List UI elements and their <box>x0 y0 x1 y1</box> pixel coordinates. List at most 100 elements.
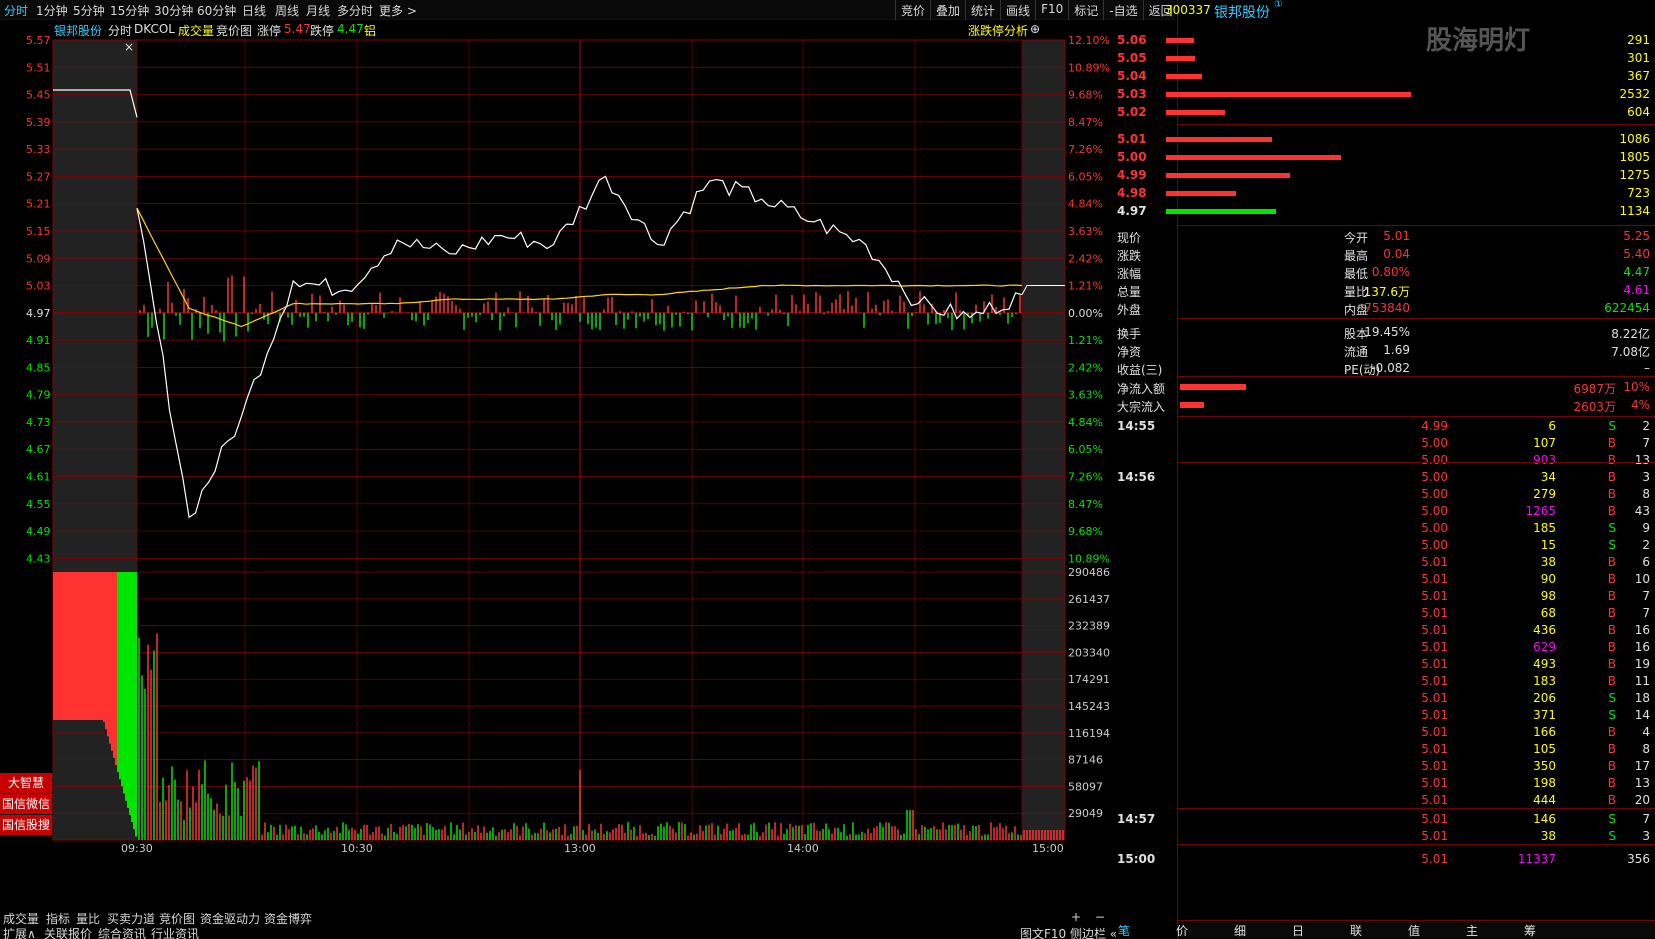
ask-volume-bar <box>1166 74 1202 79</box>
price-tick-label: 4.61 <box>26 471 51 484</box>
intraday-chart[interactable]: 5.57 12.10% 5.51 10.89% 5.45 9.68% 5.39 8.47% 5.… <box>0 20 1175 890</box>
pct-tick-label: 8.47% <box>1068 498 1103 511</box>
tab-fenshi[interactable]: 分时 <box>4 2 28 19</box>
ask-row: 5.05 301 <box>1117 50 1655 68</box>
time-tick-label: 14:00 <box>787 842 819 855</box>
bid-volume-bar <box>1166 137 1272 142</box>
f10-button[interactable]: F10 <box>1035 0 1068 20</box>
related-quotes-link[interactable]: 关联报价 <box>44 925 92 939</box>
tick-divider <box>1178 844 1655 845</box>
quote-tab[interactable]: 筹 <box>1524 922 1536 939</box>
tick-volume: 629 <box>1533 640 1556 654</box>
tab-1min[interactable]: 1分钟 <box>36 2 68 19</box>
expand-icon[interactable]: ⊕ <box>1030 22 1040 36</box>
tick-volume: 90 <box>1540 572 1556 586</box>
tab-5min[interactable]: 5分钟 <box>73 2 105 19</box>
time-tick-label: 13:00 <box>564 842 596 855</box>
limit-down-label: 跌停 <box>310 24 335 38</box>
tab-multi[interactable]: 多分时 <box>337 2 373 19</box>
add-icon[interactable]: + <box>1071 910 1081 924</box>
tick-row: 5.01 166 B 4 <box>1178 724 1655 742</box>
tab-day[interactable]: 日线 <box>242 2 266 19</box>
bid-row: 4.98 723 <box>1117 185 1655 203</box>
price-tick-label: 4.85 <box>26 361 51 374</box>
ask-price: 5.04 <box>1117 69 1147 83</box>
quote-tab[interactable]: 联 <box>1350 922 1362 939</box>
expand-link[interactable]: 扩展∧ <box>3 925 36 939</box>
tick-count: 17 <box>1634 759 1650 773</box>
limit-analysis-link[interactable]: 涨跌停分析 <box>968 22 1028 39</box>
bid-row: 5.00 1805 <box>1117 149 1655 167</box>
tick-volume: 436 <box>1533 623 1556 637</box>
news-link[interactable]: 综合资讯 <box>98 925 146 939</box>
bid-row: 4.97 1134 <box>1117 203 1655 221</box>
price-tick-label: 4.49 <box>26 525 51 538</box>
minus-icon[interactable]: − <box>1095 910 1105 924</box>
limit-up-value: 5.47 <box>284 22 311 36</box>
pct-tick-label: 7.26% <box>1068 471 1103 484</box>
tick-price: 5.00 <box>1421 521 1448 535</box>
stat-label: 今开 <box>1344 231 1369 245</box>
mark-button[interactable]: 标记 <box>1068 0 1103 20</box>
quote-tab[interactable]: 主 <box>1466 922 1478 939</box>
mode-label: 分时 <box>108 24 133 38</box>
overlay-button[interactable]: 叠加 <box>930 0 965 20</box>
bid-price: 4.97 <box>1117 204 1147 218</box>
sidebar-guoxin-wechat[interactable]: 国信微信 <box>0 794 52 814</box>
tick-row: 5.01 436 B 16 <box>1178 622 1655 640</box>
stat-value: 8.22亿 <box>1611 327 1650 341</box>
price-tick-label: 5.33 <box>26 143 51 156</box>
tab-more[interactable]: 更多 > <box>379 2 417 19</box>
tab-30min[interactable]: 30分钟 <box>154 2 193 19</box>
close-icon[interactable]: × <box>124 40 134 54</box>
tick-row: 15:00 5.01 11337 356 <box>1117 851 1655 869</box>
ask-price: 5.03 <box>1117 87 1147 101</box>
sidebar-guoxin-search[interactable]: 国信股搜 <box>0 815 52 835</box>
chart-frame <box>52 39 1066 841</box>
quote-tab[interactable]: 日 <box>1292 922 1304 939</box>
stat-row: 净资 1.69 流通 7.08亿 <box>1117 342 1655 360</box>
draw-button[interactable]: 画线 <box>1000 0 1035 20</box>
tick-row: 5.01 629 B 16 <box>1178 639 1655 657</box>
pct-tick-label: 2.42% <box>1068 361 1103 374</box>
tick-count: 13 <box>1634 453 1650 467</box>
tab-capital-drive[interactable]: 资金驱动力 <box>200 910 260 927</box>
tab-15min[interactable]: 15分钟 <box>110 2 149 19</box>
stat-row: 涨跌 0.04 最高 5.40 <box>1117 246 1655 264</box>
tick-side: B <box>1607 793 1616 807</box>
stat-value: 4.47 <box>1623 265 1650 279</box>
stats-button[interactable]: 统计 <box>965 0 1000 20</box>
tick-count: 11 <box>1634 674 1650 688</box>
tab-capital-game[interactable]: 资金博弈 <box>264 910 312 927</box>
bid-volume-bar <box>1166 191 1236 196</box>
tick-count: 7 <box>1642 589 1650 603</box>
sector-tag[interactable]: 铝 <box>364 22 376 39</box>
tick-time: 14:57 <box>1117 812 1156 826</box>
tick-price: 5.01 <box>1421 623 1448 637</box>
sidebar-dazhihui[interactable]: 大智慧 <box>0 773 52 793</box>
quote-tab[interactable]: 值 <box>1408 922 1420 939</box>
tab-60min[interactable]: 60分钟 <box>197 2 236 19</box>
price-tick-label: 5.27 <box>26 170 51 183</box>
stats-divider <box>1178 318 1655 319</box>
tick-row: 5.00 185 S 9 <box>1178 520 1655 538</box>
auction-button[interactable]: 竞价 <box>895 0 930 20</box>
quote-tab[interactable]: 价 <box>1176 922 1188 939</box>
quote-tab[interactable]: 细 <box>1234 922 1246 939</box>
tick-side: B <box>1607 742 1616 756</box>
tab-month[interactable]: 月线 <box>306 2 330 19</box>
tab-week[interactable]: 周线 <box>275 2 299 19</box>
info-icon[interactable]: ① <box>1274 0 1283 10</box>
industry-news-link[interactable]: 行业资讯 <box>151 925 199 939</box>
f10-sidebar-link[interactable]: 图文F10 侧边栏 « <box>1020 925 1117 939</box>
tick-price: 5.01 <box>1421 657 1448 671</box>
quote-tab[interactable]: 笔 <box>1118 922 1130 939</box>
tick-side: S <box>1608 419 1616 433</box>
ask-row: 5.06 291 <box>1117 32 1655 50</box>
tick-side: B <box>1607 453 1616 467</box>
tick-count: 14 <box>1634 708 1650 722</box>
remove-watch-button[interactable]: -自选 <box>1103 0 1142 20</box>
ask-volume: 2532 <box>1619 87 1650 101</box>
pct-tick-label: 9.68% <box>1068 525 1103 538</box>
index-label: DKCOL <box>134 22 175 36</box>
